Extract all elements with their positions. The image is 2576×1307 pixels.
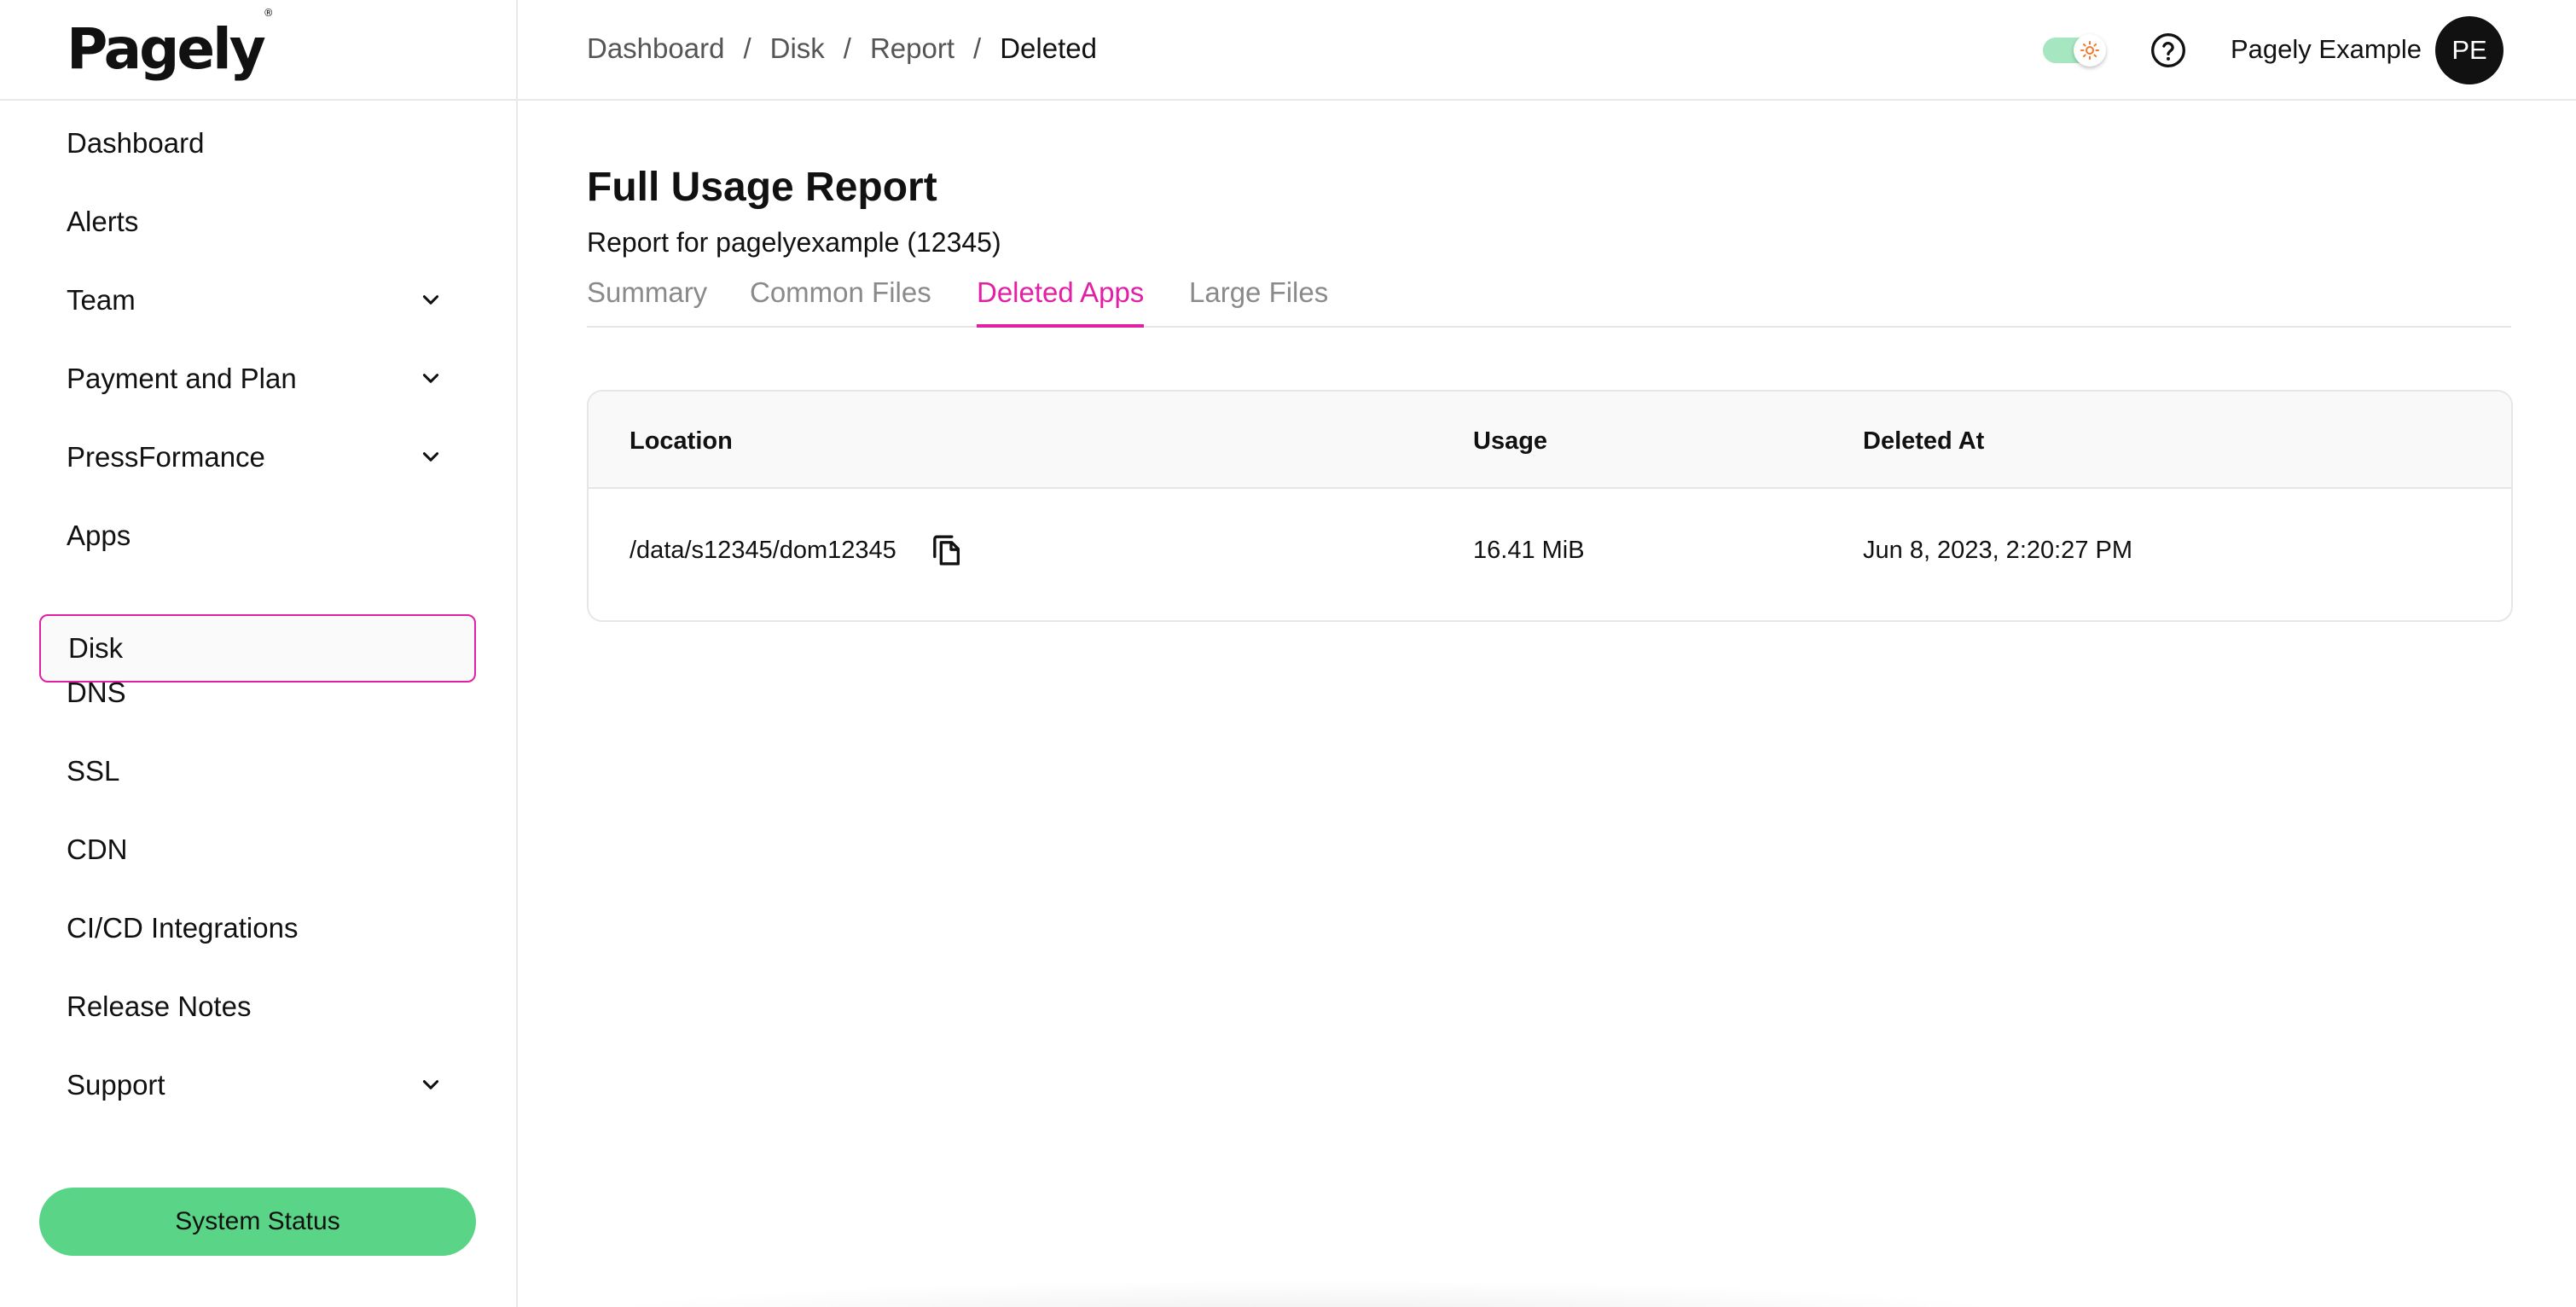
sidebar-item-label: CDN — [67, 834, 128, 865]
page-subtitle: Report for pagelyexample (12345) — [587, 227, 1001, 258]
sidebar-item-payment-and-plan[interactable]: Payment and Plan — [39, 345, 476, 413]
table-row: /data/s12345/dom12345 16.41 MiB Jun 8, 2… — [589, 489, 2511, 620]
breadcrumb-dashboard[interactable]: Dashboard — [587, 32, 724, 65]
sidebar-item-dns[interactable]: DNS — [39, 659, 476, 727]
sidebar-item-ssl[interactable]: SSL — [39, 737, 476, 805]
breadcrumb-separator: / — [743, 32, 751, 64]
cell-usage: 16.41 MiB — [1473, 537, 1585, 564]
sidebar-item-label: Apps — [67, 520, 131, 551]
tab-large-files[interactable]: Large Files — [1189, 271, 1328, 328]
sidebar-item-label: Alerts — [67, 206, 139, 237]
theme-toggle[interactable] — [2043, 34, 2106, 67]
sidebar-item-label: Dashboard — [67, 127, 205, 159]
logo-text: Pagely — [67, 16, 266, 82]
sun-icon — [2080, 41, 2099, 60]
copy-icon[interactable] — [930, 532, 964, 569]
sidebar-item-dashboard[interactable]: Dashboard — [39, 109, 476, 177]
sidebar-item-label: Release Notes — [67, 990, 252, 1022]
sidebar-item-apps[interactable]: Apps — [39, 502, 476, 570]
sidebar-item-label: PressFormance — [67, 441, 265, 473]
sidebar-item-ci-cd-integrations[interactable]: CI/CD Integrations — [39, 894, 476, 962]
sidebar: Pagely® Dashboard Alerts Team Payment an… — [0, 0, 518, 1307]
logo-registered-mark: ® — [263, 7, 274, 19]
column-header-deleted-at: Deleted At — [1863, 427, 1985, 455]
sidebar-item-team[interactable]: Team — [39, 266, 476, 334]
cell-deleted-at: Jun 8, 2023, 2:20:27 PM — [1863, 537, 2132, 564]
user-name[interactable]: Pagely Example — [2231, 34, 2422, 65]
column-header-location: Location — [629, 427, 733, 455]
column-header-usage: Usage — [1473, 427, 1548, 455]
sidebar-item-release-notes[interactable]: Release Notes — [39, 973, 476, 1041]
chevron-down-icon[interactable] — [420, 368, 442, 390]
tab-deleted-apps[interactable]: Deleted Apps — [977, 271, 1145, 328]
logo-area: Pagely® — [0, 0, 516, 101]
avatar[interactable]: PE — [2435, 16, 2503, 84]
sidebar-item-label: CI/CD Integrations — [67, 912, 299, 944]
top-header: Dashboard / Disk / Report / Deleted Page… — [518, 0, 2576, 101]
breadcrumb-report[interactable]: Report — [870, 32, 954, 65]
pagely-logo[interactable]: Pagely® — [67, 8, 274, 78]
sidebar-item-cdn[interactable]: CDN — [39, 816, 476, 884]
breadcrumb-separator: / — [973, 32, 982, 64]
table-header: Location Usage Deleted At — [589, 392, 2511, 489]
sidebar-item-label: DNS — [67, 677, 126, 708]
sidebar-item-alerts[interactable]: Alerts — [39, 188, 476, 256]
breadcrumb-separator: / — [843, 32, 851, 64]
help-icon[interactable] — [2150, 32, 2187, 69]
sidebar-item-label: Payment and Plan — [67, 363, 297, 394]
chevron-down-icon[interactable] — [420, 446, 442, 468]
sidebar-item-support[interactable]: Support — [39, 1051, 476, 1119]
chevron-down-icon[interactable] — [420, 1074, 442, 1096]
toggle-knob — [2074, 34, 2106, 67]
sidebar-item-label: SSL — [67, 755, 120, 787]
breadcrumb: Dashboard / Disk / Report / Deleted — [587, 32, 1097, 65]
chevron-down-icon[interactable] — [420, 289, 442, 311]
page-title: Full Usage Report — [587, 165, 937, 210]
system-status-button[interactable]: System Status — [39, 1188, 476, 1256]
tab-summary[interactable]: Summary — [587, 271, 707, 328]
deleted-apps-table: Location Usage Deleted At /data/s12345/d… — [587, 390, 2513, 622]
breadcrumb-disk[interactable]: Disk — [770, 32, 825, 65]
sidebar-item-label: Support — [67, 1069, 165, 1101]
sidebar-item-pressformance[interactable]: PressFormance — [39, 423, 476, 491]
report-tabs: Summary Common Files Deleted Apps Large … — [587, 271, 2511, 328]
breadcrumb-current-deleted: Deleted — [1000, 32, 1097, 64]
sidebar-item-label: Team — [67, 284, 136, 316]
cell-location: /data/s12345/dom12345 — [629, 537, 896, 564]
tab-common-files[interactable]: Common Files — [750, 271, 931, 328]
bottom-fade — [580, 1280, 2030, 1307]
